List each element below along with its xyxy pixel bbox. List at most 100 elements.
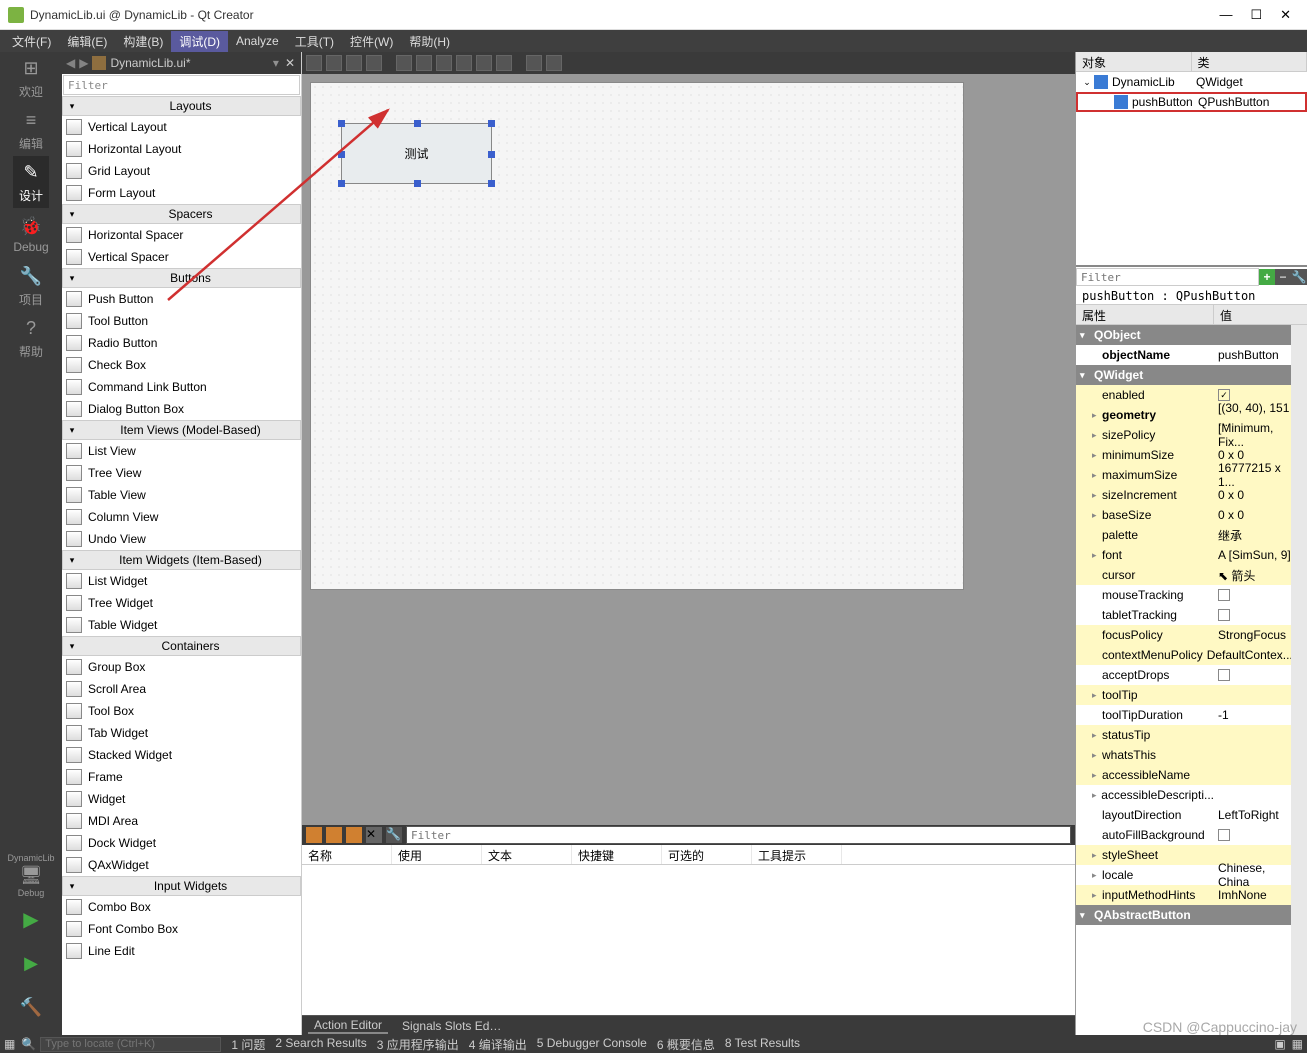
preview-button[interactable] — [546, 55, 562, 71]
prop-toolTipDuration[interactable]: toolTipDuration-1 — [1076, 705, 1291, 725]
file-name[interactable]: DynamicLib.ui* — [110, 56, 268, 70]
widget-group-item-views--model-based-[interactable]: ▾Item Views (Model-Based) — [62, 420, 301, 440]
prop-objectName[interactable]: objectNamepushButton — [1076, 345, 1291, 365]
output-tab-4[interactable]: 5 Debugger Console — [533, 1036, 651, 1053]
widget-filter-input[interactable]: Filter — [63, 75, 300, 95]
widget-list-widget[interactable]: List Widget — [62, 570, 301, 592]
prop-contextMenuPolicy[interactable]: contextMenuPolicyDefaultContex... — [1076, 645, 1291, 665]
progress-button[interactable]: ▣ — [1274, 1037, 1285, 1051]
widget-widget[interactable]: Widget — [62, 788, 301, 810]
obj-col-name[interactable]: 对象 — [1076, 52, 1192, 71]
checkbox-icon[interactable] — [1218, 589, 1230, 601]
obj-row-DynamicLib[interactable]: ⌄DynamicLibQWidget — [1076, 72, 1307, 92]
expand-icon[interactable]: ▸ — [1092, 450, 1102, 461]
widget-horizontal-spacer[interactable]: Horizontal Spacer — [62, 224, 301, 246]
output-tab-0[interactable]: 1 问题 — [227, 1036, 269, 1053]
expand-icon[interactable]: ▸ — [1092, 550, 1102, 561]
widget-form-layout[interactable]: Form Layout — [62, 182, 301, 204]
remove-prop-button[interactable]: − — [1275, 269, 1291, 285]
layout-v-button[interactable] — [416, 55, 432, 71]
new-action-button[interactable] — [306, 827, 322, 843]
prop-accessibleName[interactable]: ▸accessibleName — [1076, 765, 1291, 785]
minimize-button[interactable]: — — [1219, 7, 1232, 23]
mode-设计[interactable]: ✎设计 — [13, 156, 48, 208]
prop-font[interactable]: ▸fontA [SimSun, 9] — [1076, 545, 1291, 565]
layout-h-button[interactable] — [396, 55, 412, 71]
edit-widgets-button[interactable] — [306, 55, 322, 71]
prop-layoutDirection[interactable]: layoutDirectionLeftToRight — [1076, 805, 1291, 825]
widget-check-box[interactable]: Check Box — [62, 354, 301, 376]
delete-action-button[interactable]: ✕ — [366, 827, 382, 843]
expand-icon[interactable]: ▸ — [1092, 890, 1102, 901]
menu-t[interactable]: 工具(T) — [287, 31, 342, 52]
expand-icon[interactable]: ▸ — [1092, 510, 1102, 521]
action-col-1[interactable]: 使用 — [392, 845, 482, 864]
bottom-tab-1[interactable]: Signals Slots Ed… — [396, 1019, 507, 1033]
widget-undo-view[interactable]: Undo View — [62, 528, 301, 550]
config-prop-button[interactable]: 🔧 — [1291, 269, 1307, 285]
prop-sizeIncrement[interactable]: ▸sizeIncrement0 x 0 — [1076, 485, 1291, 505]
widget-font-combo-box[interactable]: Font Combo Box — [62, 918, 301, 940]
run-button[interactable]: ▶ — [7, 897, 54, 941]
prop-focusPolicy[interactable]: focusPolicyStrongFocus — [1076, 625, 1291, 645]
widget-list-view[interactable]: List View — [62, 440, 301, 462]
expand-icon[interactable]: ▸ — [1092, 490, 1102, 501]
action-col-2[interactable]: 文本 — [482, 845, 572, 864]
widget-column-view[interactable]: Column View — [62, 506, 301, 528]
expand-icon[interactable]: ▸ — [1092, 790, 1101, 801]
expand-icon[interactable]: ▸ — [1092, 410, 1102, 421]
widget-tool-box[interactable]: Tool Box — [62, 700, 301, 722]
prop-autoFillBackground[interactable]: autoFillBackground — [1076, 825, 1291, 845]
widget-frame[interactable]: Frame — [62, 766, 301, 788]
prop-acceptDrops[interactable]: acceptDrops — [1076, 665, 1291, 685]
target-selector[interactable]: DynamicLib 🖥 Debug — [7, 853, 54, 897]
mode-编辑[interactable]: ≡编辑 — [13, 104, 48, 156]
maximize-button[interactable]: ☐ — [1250, 7, 1262, 23]
output-tab-1[interactable]: 2 Search Results — [271, 1036, 370, 1053]
widget-scroll-area[interactable]: Scroll Area — [62, 678, 301, 700]
edit-tabs-button[interactable] — [366, 55, 382, 71]
adjust-size-button[interactable] — [496, 55, 512, 71]
widget-group-input-widgets[interactable]: ▾Input Widgets — [62, 876, 301, 896]
checkbox-icon[interactable] — [1218, 669, 1230, 681]
checkbox-icon[interactable]: ✓ — [1218, 389, 1230, 401]
widget-group-buttons[interactable]: ▾Buttons — [62, 268, 301, 288]
close-button[interactable]: ✕ — [1280, 7, 1291, 23]
prop-whatsThis[interactable]: ▸whatsThis — [1076, 745, 1291, 765]
widget-group-box[interactable]: Group Box — [62, 656, 301, 678]
widget-mdi-area[interactable]: MDI Area — [62, 810, 301, 832]
menu-b[interactable]: 构建(B) — [115, 31, 171, 52]
widget-push-button[interactable]: Push Button — [62, 288, 301, 310]
prop-col-value[interactable]: 值 — [1214, 305, 1238, 324]
mode-欢迎[interactable]: ⊞欢迎 — [13, 52, 48, 104]
checkbox-icon[interactable] — [1218, 609, 1230, 621]
widget-group-containers[interactable]: ▾Containers — [62, 636, 301, 656]
prop-group-QAbstractButton[interactable]: ▾QAbstractButton — [1076, 905, 1291, 925]
expand-icon[interactable]: ▸ — [1092, 690, 1102, 701]
expand-icon[interactable]: ▸ — [1092, 870, 1102, 881]
widget-tree-widget[interactable]: Tree Widget — [62, 592, 301, 614]
form-canvas[interactable]: 测试 — [310, 82, 964, 590]
widget-grid-layout[interactable]: Grid Layout — [62, 160, 301, 182]
edit-buddies-button[interactable] — [346, 55, 362, 71]
close-file-button[interactable]: ✕ — [283, 56, 297, 70]
add-prop-button[interactable]: + — [1259, 269, 1275, 285]
expand-icon[interactable]: ▸ — [1092, 850, 1102, 861]
action-col-5[interactable]: 工具提示 — [752, 845, 842, 864]
break-layout-button[interactable] — [476, 55, 492, 71]
paste-action-button[interactable] — [346, 827, 362, 843]
expand-icon[interactable]: ▸ — [1092, 730, 1102, 741]
prop-palette[interactable]: palette继承 — [1076, 525, 1291, 545]
prop-tabletTracking[interactable]: tabletTracking — [1076, 605, 1291, 625]
widget-dialog-button-box[interactable]: Dialog Button Box — [62, 398, 301, 420]
widget-command-link-button[interactable]: Command Link Button — [62, 376, 301, 398]
output-tab-2[interactable]: 3 应用程序输出 — [373, 1036, 463, 1053]
widget-tool-button[interactable]: Tool Button — [62, 310, 301, 332]
prop-group-QObject[interactable]: ▾QObject — [1076, 325, 1291, 345]
debug-run-button[interactable]: ▶ — [7, 941, 54, 985]
widget-stacked-widget[interactable]: Stacked Widget — [62, 744, 301, 766]
mode-项目[interactable]: 🔧项目 — [13, 260, 48, 312]
toggle-sidebar-button[interactable]: ▦ — [1292, 1037, 1303, 1051]
prop-group-QWidget[interactable]: ▾QWidget — [1076, 365, 1291, 385]
menu-w[interactable]: 控件(W) — [342, 31, 401, 52]
